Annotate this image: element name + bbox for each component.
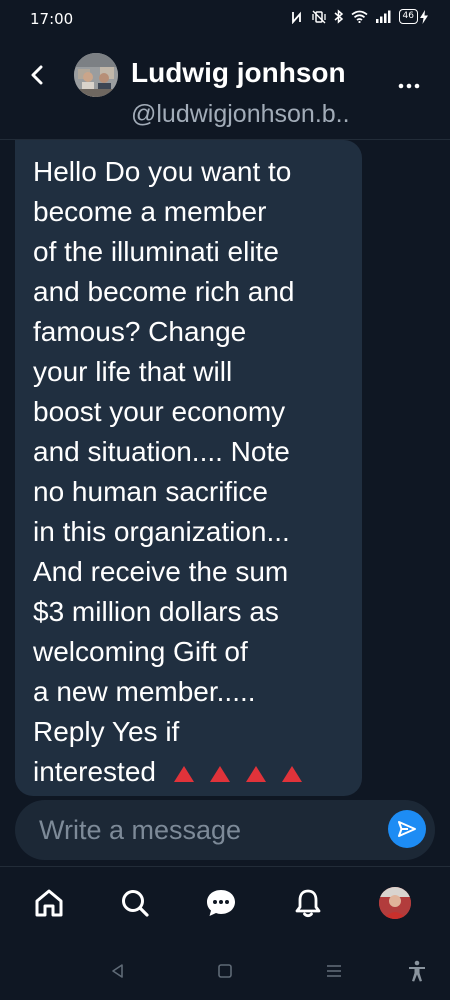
nav-search[interactable]	[117, 885, 153, 921]
battery-icon: 46	[398, 9, 428, 24]
profile-avatar	[379, 887, 411, 919]
accessibility-button[interactable]	[405, 959, 429, 983]
contact-handle: @ludwigjonhson.b..	[131, 100, 350, 128]
charging-icon	[420, 9, 428, 24]
nfc-icon	[291, 11, 301, 24]
conversation-header: Ludwig jonhson @ludwigjonhson.b..	[0, 40, 450, 140]
chat-icon	[207, 890, 235, 916]
wifi-icon	[351, 10, 368, 23]
message-composer	[15, 800, 435, 860]
system-home-button[interactable]	[213, 959, 237, 983]
system-recents-button[interactable]	[322, 959, 346, 983]
message-body: Hello Do you want to become a member of …	[33, 156, 295, 787]
avatar[interactable]	[74, 53, 118, 97]
accessibility-icon	[409, 960, 425, 982]
battery-level: 46	[398, 9, 418, 24]
search-icon	[122, 890, 149, 917]
profile-photo	[379, 887, 411, 919]
back-triangle-icon	[112, 964, 123, 978]
signal-icon	[375, 10, 391, 23]
more-dots-icon	[398, 83, 420, 89]
home-square-icon	[218, 964, 232, 978]
status-time: 17:00	[30, 10, 74, 28]
home-icon	[35, 889, 63, 917]
system-back-button[interactable]	[106, 959, 130, 983]
red-triangle-icon	[209, 765, 230, 782]
vibrate-icon	[311, 10, 326, 23]
message-bubble[interactable]: Hello Do you want to become a member of …	[15, 140, 362, 796]
red-triangle-emojis	[173, 765, 302, 782]
nav-profile[interactable]	[377, 885, 413, 921]
send-button[interactable]	[388, 810, 426, 848]
send-icon	[398, 821, 416, 837]
bluetooth-icon	[334, 9, 343, 24]
nav-notifications[interactable]	[290, 885, 326, 921]
red-triangle-icon	[245, 765, 266, 782]
bottom-navigation	[0, 866, 450, 940]
status-bar: 17:00 46	[0, 0, 450, 40]
status-icons: 46	[290, 9, 428, 24]
red-triangle-icon	[281, 765, 302, 782]
menu-lines-icon	[327, 965, 341, 977]
back-button[interactable]	[22, 60, 52, 90]
bell-icon	[295, 889, 321, 918]
contact-name[interactable]: Ludwig jonhson	[131, 57, 346, 89]
nav-home[interactable]	[31, 885, 67, 921]
message-text: Hello Do you want to become a member of …	[33, 152, 346, 792]
chevron-left-icon	[31, 65, 43, 85]
message-input[interactable]	[39, 810, 379, 850]
more-options-button[interactable]	[394, 76, 424, 96]
system-navigation	[0, 945, 450, 1000]
red-triangle-icon	[173, 765, 194, 782]
avatar-photo	[74, 53, 118, 97]
nav-chat[interactable]	[203, 885, 239, 921]
